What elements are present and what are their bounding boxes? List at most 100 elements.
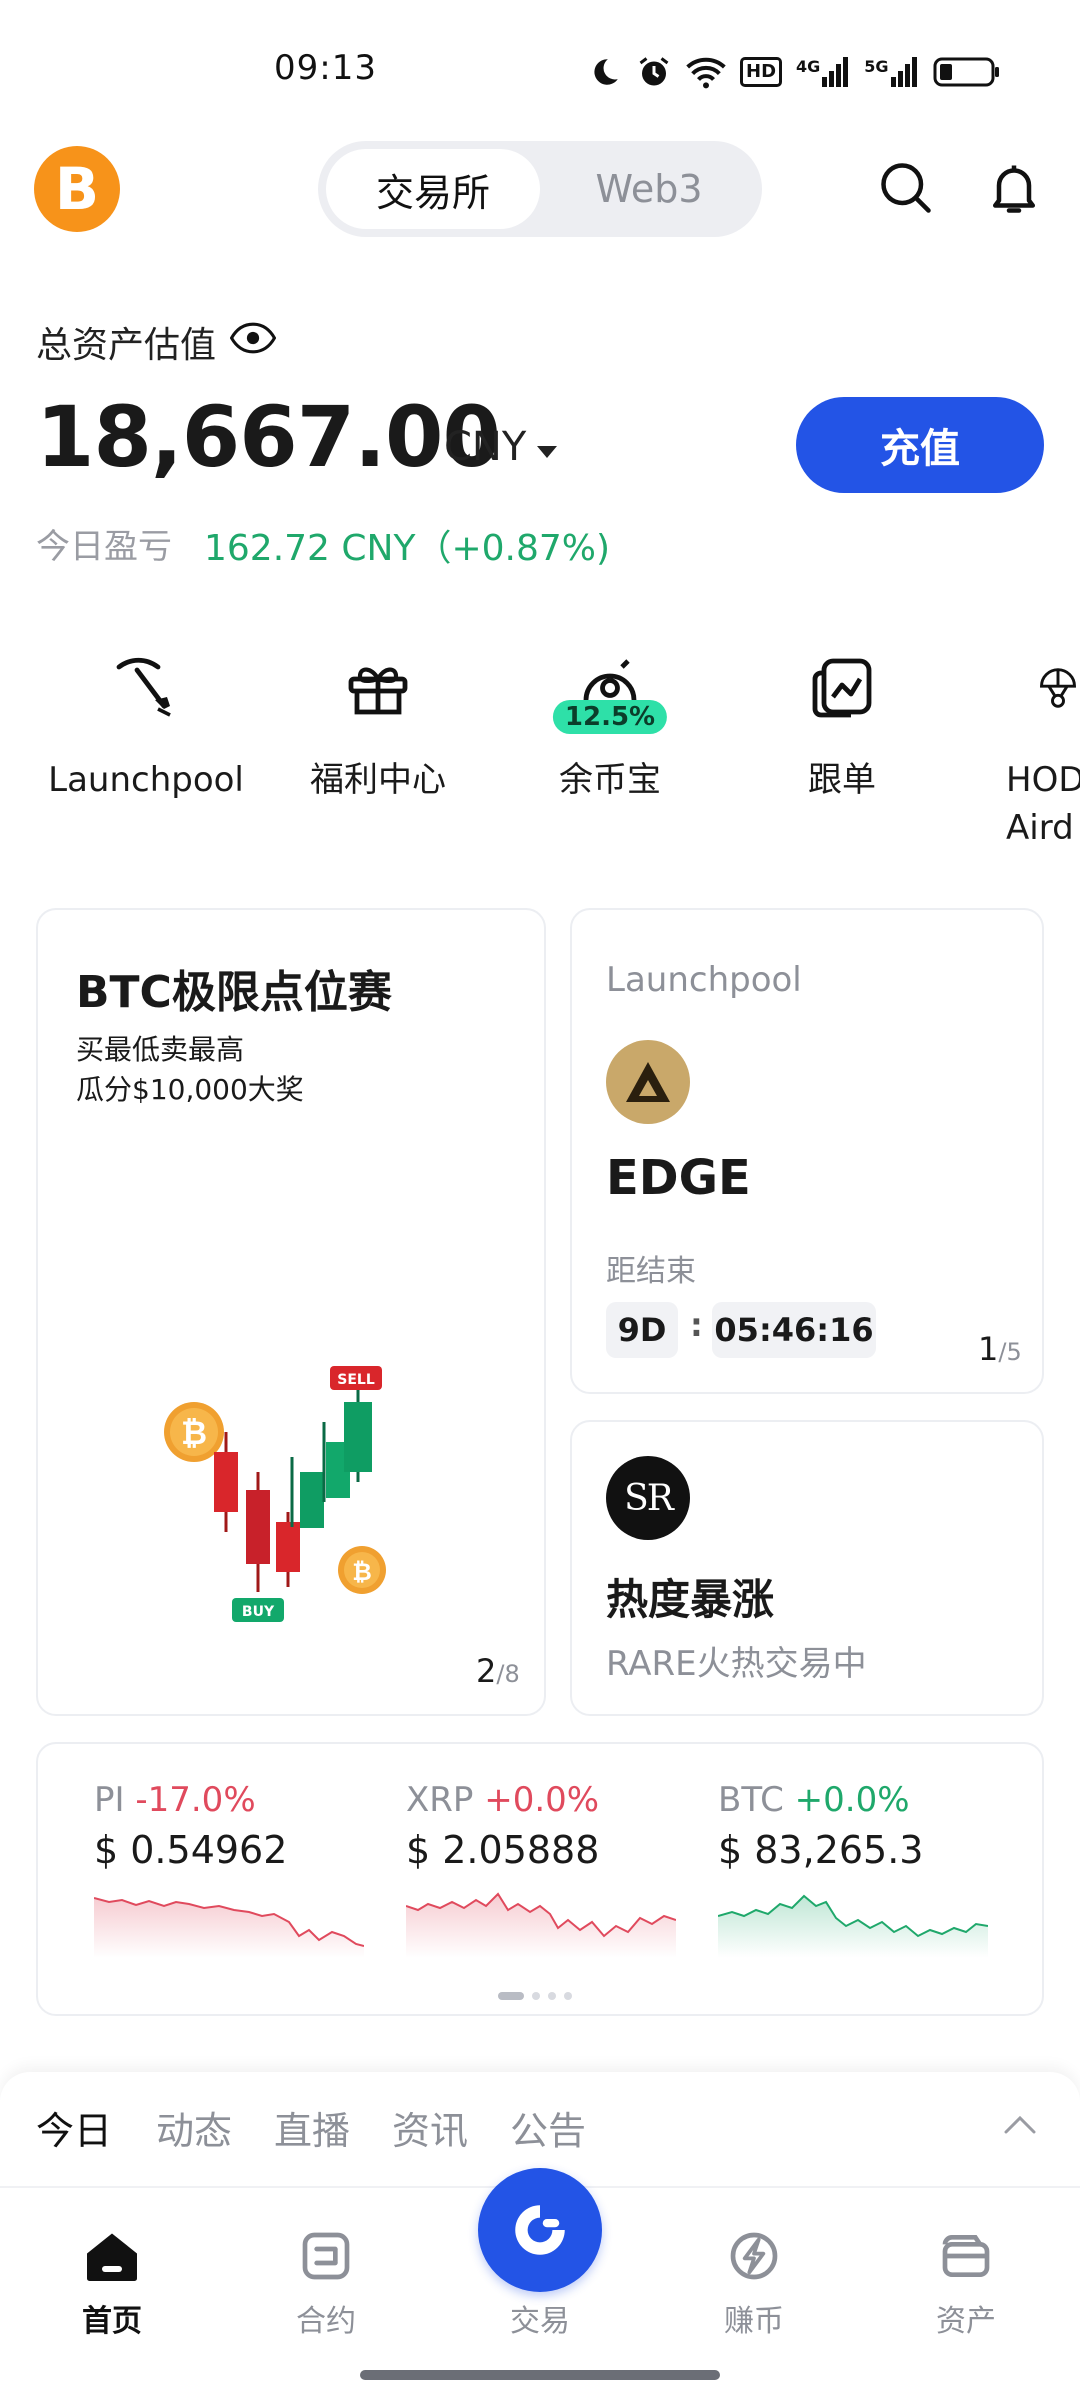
home-indicator bbox=[360, 2370, 720, 2380]
wallet-icon bbox=[942, 2235, 990, 2277]
eye-icon[interactable] bbox=[229, 321, 277, 364]
status-time: 09:13 bbox=[274, 48, 377, 88]
trade-icon bbox=[515, 2205, 565, 2255]
sell-tag: SELL bbox=[337, 1372, 375, 1388]
feed-tab-today[interactable]: 今日 bbox=[36, 2100, 112, 2155]
shortcut-copy-trade[interactable]: 跟单 bbox=[742, 648, 942, 804]
hot-title: 热度暴涨 bbox=[606, 1575, 775, 1624]
currency-label: CNY bbox=[444, 424, 527, 470]
shortcut-airdrop[interactable]: HOD Aird bbox=[974, 648, 1080, 852]
carousel-dot bbox=[548, 1992, 556, 2000]
nav-label: 资产 bbox=[936, 2304, 996, 2339]
nav-label: 交易 bbox=[510, 2304, 570, 2339]
nav-contract[interactable]: 合约 bbox=[256, 2228, 396, 2340]
pnl-label: 今日盈亏 bbox=[36, 527, 172, 567]
pager-total: /8 bbox=[496, 1660, 520, 1688]
feed-tab-news[interactable]: 资讯 bbox=[392, 2100, 468, 2155]
shortcut-label: 跟单 bbox=[808, 760, 876, 800]
tab-exchange[interactable]: 交易所 bbox=[326, 149, 540, 229]
ticker-change: +0.0% bbox=[794, 1780, 910, 1820]
shortcut-label: Launchpool bbox=[48, 760, 244, 800]
savings-icon: 12.5% bbox=[552, 648, 668, 734]
asset-label: 总资产估值 bbox=[36, 316, 277, 368]
chevron-up-icon[interactable] bbox=[1002, 2112, 1038, 2140]
wifi-icon bbox=[686, 55, 726, 89]
launchpool-label: Launchpool bbox=[606, 960, 802, 1000]
ends-label: 距结束 bbox=[606, 1254, 696, 1289]
apy-badge: 12.5% bbox=[552, 700, 668, 734]
shortcut-label: HOD Aird bbox=[1006, 760, 1080, 848]
btc-logo-icon[interactable]: B bbox=[34, 146, 120, 232]
pager-current: 1 bbox=[978, 1330, 999, 1368]
edge-token-icon bbox=[606, 1040, 690, 1124]
ticker-sparkline bbox=[405, 1892, 677, 1958]
buy-tag: BUY bbox=[242, 1604, 275, 1620]
nav-home[interactable]: 首页 bbox=[42, 2228, 182, 2340]
countdown-separator: : bbox=[690, 1306, 703, 1344]
ticker-symbol: PI bbox=[94, 1780, 125, 1820]
nav-label: 赚币 bbox=[724, 2304, 784, 2339]
signal-5g-icon: 5G bbox=[864, 57, 918, 87]
launchpool-pager: 1/5 bbox=[978, 1330, 1022, 1368]
alarm-icon bbox=[636, 54, 672, 90]
shortcut-savings[interactable]: 12.5% 余币宝 bbox=[510, 648, 710, 804]
shortcut-launchpool[interactable]: Launchpool bbox=[46, 648, 246, 804]
ticker-xrp[interactable]: XRP +0.0% $ 2.05888 bbox=[405, 1780, 686, 1962]
feed-tab-live[interactable]: 直播 bbox=[274, 2100, 350, 2155]
ticker-sparkline bbox=[93, 1897, 365, 1958]
gift-icon bbox=[338, 648, 418, 728]
ticker-pi[interactable]: PI -17.0% $ 0.54962 bbox=[93, 1780, 374, 1962]
feed-tab-announcements[interactable]: 公告 bbox=[510, 2100, 586, 2155]
shortcut-label: 余币宝 bbox=[559, 760, 661, 800]
bell-icon[interactable] bbox=[982, 156, 1046, 220]
svg-text:₿: ₿ bbox=[181, 1414, 207, 1452]
carousel-dot bbox=[564, 1992, 572, 2000]
deposit-button[interactable]: 充值 bbox=[796, 397, 1044, 493]
promo-pager: 2/8 bbox=[476, 1652, 520, 1690]
ticker-price: $ 0.54962 bbox=[94, 1828, 288, 1872]
airdrop-icon bbox=[1036, 648, 1080, 728]
candlestick-illustration: ₿ SELL BUY ₿ bbox=[158, 1362, 398, 1632]
shortcut-label: 福利中心 bbox=[310, 760, 446, 800]
pnl-value: 162.72 CNY（+0.87%) bbox=[204, 528, 611, 569]
mode-switch: 交易所 Web3 bbox=[318, 141, 762, 237]
svg-text:₿: ₿ bbox=[352, 1558, 372, 1586]
sr-token-icon: SR bbox=[606, 1456, 690, 1540]
search-icon[interactable] bbox=[874, 156, 938, 220]
promo-subtitle: 买最低卖最高 瓜分$10,000大奖 bbox=[76, 1030, 304, 1110]
ticker-change: -17.0% bbox=[135, 1780, 256, 1820]
nav-earn[interactable]: 赚币 bbox=[684, 2228, 824, 2340]
ticker-btc[interactable]: BTC +0.0% $ 83,265.3 bbox=[717, 1780, 998, 1962]
currency-select[interactable]: CNY bbox=[444, 424, 558, 470]
ticker-change: +0.0% bbox=[484, 1780, 600, 1820]
nav-label: 首页 bbox=[82, 2304, 142, 2339]
promo-title: BTC极限点位赛 bbox=[76, 967, 392, 1018]
caret-down-icon bbox=[536, 424, 558, 470]
nav-label: 合约 bbox=[296, 2304, 356, 2339]
pickaxe-icon bbox=[106, 648, 186, 728]
copy-trade-icon bbox=[802, 648, 882, 728]
shortcut-welfare[interactable]: 福利中心 bbox=[278, 648, 478, 804]
signal-4g-icon: 4G bbox=[796, 57, 850, 87]
nav-trade[interactable] bbox=[478, 2168, 602, 2292]
carousel-dot bbox=[498, 1992, 524, 2000]
ticker-sparkline bbox=[717, 1894, 989, 1958]
bitcoin-coin-icon: ₿ bbox=[338, 1546, 386, 1594]
moon-icon bbox=[588, 55, 622, 89]
asset-value: 18,667.00 bbox=[36, 388, 501, 486]
hd-icon: HD bbox=[740, 57, 783, 87]
token-name: EDGE bbox=[606, 1150, 751, 1206]
countdown-days: 9D bbox=[606, 1302, 678, 1358]
pager-total: /5 bbox=[998, 1338, 1022, 1366]
asset-label-text: 总资产估值 bbox=[36, 325, 217, 366]
hot-subtitle: RARE火热交易中 bbox=[606, 1644, 867, 1684]
nav-assets[interactable]: 资产 bbox=[896, 2228, 1036, 2340]
contract-icon bbox=[302, 2232, 350, 2280]
battery-icon bbox=[933, 57, 1001, 87]
promo-subtitle-line2: 瓜分$10,000大奖 bbox=[76, 1073, 304, 1106]
tab-web3[interactable]: Web3 bbox=[544, 149, 754, 229]
feed-tab-dynamic[interactable]: 动态 bbox=[156, 2100, 232, 2155]
earn-icon bbox=[730, 2232, 778, 2280]
promo-subtitle-line1: 买最低卖最高 bbox=[76, 1033, 245, 1066]
carousel-dot bbox=[532, 1992, 540, 2000]
